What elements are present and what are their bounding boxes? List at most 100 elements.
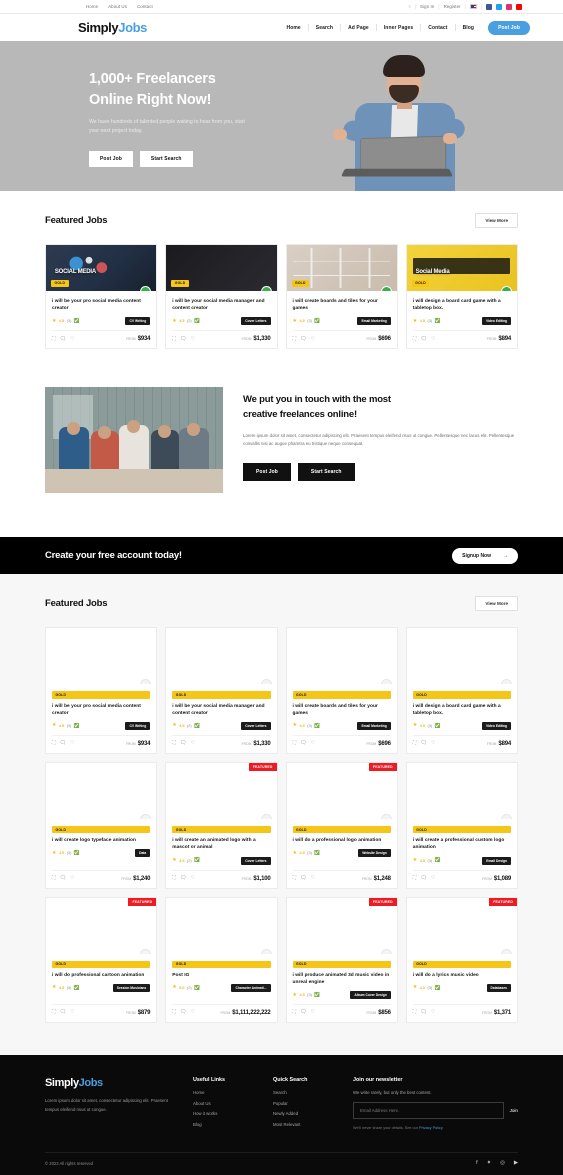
post-job-button[interactable]: Post Job xyxy=(488,20,530,35)
heart-icon[interactable]: ♡ xyxy=(70,875,75,881)
category-tag[interactable]: CV Writing xyxy=(125,721,151,730)
job-card[interactable]: GOLD i will create boards and tiles for … xyxy=(285,627,398,754)
compare-icon[interactable]: ⛶ xyxy=(172,1010,176,1015)
compare-icon[interactable]: ⛶ xyxy=(293,1010,297,1015)
job-card[interactable]: SOCIAL MEDIA GOLD i will be your pro soc… xyxy=(45,244,158,350)
category-tag[interactable]: Character Animati... xyxy=(231,983,271,992)
top-link-contact[interactable]: Contact xyxy=(137,4,153,9)
heart-icon[interactable]: ♡ xyxy=(190,875,195,881)
top-link-home[interactable]: Home xyxy=(86,4,98,9)
nav-item-contact[interactable]: Contact xyxy=(421,25,454,31)
heart-icon[interactable]: ♡ xyxy=(70,741,75,746)
compare-icon[interactable]: ⛶ xyxy=(413,875,417,881)
compare-icon[interactable]: ⛶ xyxy=(413,1010,417,1015)
compare-icon[interactable]: ⛶ xyxy=(172,741,176,746)
compare-icon[interactable]: ⛶ xyxy=(52,1010,56,1015)
job-card[interactable]: GOLD i will create a professional custom… xyxy=(405,761,518,889)
chat-icon[interactable]: 🗨 xyxy=(420,1010,427,1015)
footer-link-about-us[interactable]: About Us xyxy=(193,1101,255,1106)
chat-icon[interactable]: 🗨 xyxy=(60,1010,67,1015)
email-field[interactable] xyxy=(353,1102,504,1120)
category-tag[interactable]: Email Marketing xyxy=(357,317,391,326)
compare-icon[interactable]: ⛶ xyxy=(413,741,417,746)
job-title[interactable]: i will be your pro social media content … xyxy=(52,298,150,312)
heart-icon[interactable]: ♡ xyxy=(311,1010,316,1015)
category-tag[interactable]: Session Musicians xyxy=(112,983,151,992)
compare-icon[interactable]: ⛶ xyxy=(413,336,417,342)
job-title[interactable]: i will be your social media manager and … xyxy=(172,298,270,312)
chat-icon[interactable]: 🗨 xyxy=(300,336,307,342)
heart-icon[interactable]: ♡ xyxy=(431,741,436,746)
site-logo[interactable]: SimplyJobs xyxy=(78,20,147,35)
heart-icon[interactable]: ♡ xyxy=(431,875,436,881)
heart-icon[interactable]: ♡ xyxy=(311,875,316,881)
heart-icon[interactable]: ♡ xyxy=(431,1010,436,1015)
register-link[interactable]: Register xyxy=(444,4,461,9)
job-title[interactable]: Post IG xyxy=(172,972,270,979)
hero-start-search-button[interactable]: Start Search xyxy=(139,151,193,168)
heart-icon[interactable]: ♡ xyxy=(311,741,316,746)
footer-link-popular[interactable]: Popular xyxy=(273,1101,335,1106)
category-tag[interactable]: Databases xyxy=(486,983,511,992)
heart-icon[interactable]: ♡ xyxy=(70,1010,75,1015)
chat-icon[interactable]: 🗨 xyxy=(300,875,307,881)
chat-icon[interactable]: 🗨 xyxy=(300,741,307,746)
nav-item-ad-page[interactable]: Ad Page xyxy=(341,25,376,31)
category-tag[interactable]: Data xyxy=(135,849,151,858)
join-button[interactable]: Join xyxy=(510,1108,518,1113)
compare-icon[interactable]: ⛶ xyxy=(293,875,297,881)
footer-link-search[interactable]: Search xyxy=(273,1090,335,1095)
chat-icon[interactable]: 🗨 xyxy=(420,336,427,342)
instagram-icon[interactable] xyxy=(506,3,512,10)
heart-icon[interactable]: ♡ xyxy=(190,336,195,342)
chat-icon[interactable]: 🗨 xyxy=(180,1010,187,1015)
category-tag[interactable]: Website Design xyxy=(358,849,391,858)
category-tag[interactable]: Email Design xyxy=(482,856,511,865)
chat-icon[interactable]: 🗨 xyxy=(60,741,67,746)
heart-icon[interactable]: ♡ xyxy=(70,336,75,342)
nav-item-inner-pages[interactable]: Inner Pages xyxy=(377,25,420,31)
footer-logo[interactable]: SimplyJobs xyxy=(45,1077,175,1089)
twitter-icon[interactable]: ✦ xyxy=(487,1160,492,1166)
compare-icon[interactable]: ⛶ xyxy=(52,875,56,881)
job-card[interactable]: FEATURED GOLD i will do a lyrics music v… xyxy=(405,896,518,1024)
compare-icon[interactable]: ⛶ xyxy=(52,741,56,746)
heart-icon[interactable]: ♡ xyxy=(431,336,436,342)
instagram-icon[interactable]: ◎ xyxy=(500,1160,505,1166)
category-tag[interactable]: CV Writing xyxy=(125,317,151,326)
signup-now-button[interactable]: Signup Now → xyxy=(452,547,518,564)
compare-icon[interactable]: ⛶ xyxy=(293,741,297,746)
footer-link-home[interactable]: Home xyxy=(193,1090,255,1095)
chat-icon[interactable]: 🗨 xyxy=(180,875,187,881)
footer-link-blog[interactable]: Blog xyxy=(193,1122,255,1127)
job-card[interactable]: GOLD i will be your social media manager… xyxy=(165,244,278,350)
job-card[interactable]: GOLD i will create logo typeface animati… xyxy=(45,761,158,889)
chat-icon[interactable]: 🗨 xyxy=(60,875,67,881)
job-card[interactable]: FEATURED GOLD i will do a professional l… xyxy=(285,761,398,889)
job-title[interactable]: i will design a board card game with a t… xyxy=(413,298,511,312)
job-title[interactable]: i will do a professional logo animation xyxy=(293,837,391,844)
compare-icon[interactable]: ⛶ xyxy=(172,875,176,881)
job-title[interactable]: i will produce animated 3d music video i… xyxy=(293,972,391,986)
compare-icon[interactable]: ⛶ xyxy=(172,336,176,342)
sign-in-link[interactable]: Sign In xyxy=(420,4,434,9)
featured-bottom-view-more-button[interactable]: View More xyxy=(475,596,518,612)
nav-item-home[interactable]: Home xyxy=(280,25,308,31)
job-card[interactable]: GOLD Post IG ★ 5.0 (2) ✅ Character Anima… xyxy=(165,896,278,1024)
language-flag-icon[interactable] xyxy=(469,4,477,9)
chat-icon[interactable]: 🗨 xyxy=(180,336,187,342)
job-title[interactable]: i will do a lyrics music video xyxy=(413,972,511,979)
youtube-icon[interactable] xyxy=(516,3,522,10)
footer-link-how-it-works[interactable]: How it works xyxy=(193,1111,255,1116)
heart-icon[interactable]: ♡ xyxy=(190,741,195,746)
category-tag[interactable]: Cover Letters xyxy=(241,856,271,865)
compare-icon[interactable]: ⛶ xyxy=(293,336,297,342)
chat-icon[interactable]: 🗨 xyxy=(420,875,427,881)
about-start-search-button[interactable]: Start Search xyxy=(297,462,355,481)
job-card[interactable]: GOLD i will create boards and tiles for … xyxy=(285,244,398,350)
category-tag[interactable]: Album Cover Design xyxy=(350,991,391,1000)
featured-top-view-more-button[interactable]: View More xyxy=(475,213,518,228)
nav-item-search[interactable]: Search xyxy=(309,25,340,31)
chat-icon[interactable]: 🗨 xyxy=(60,336,67,342)
about-post-job-button[interactable]: Post Job xyxy=(243,462,291,481)
